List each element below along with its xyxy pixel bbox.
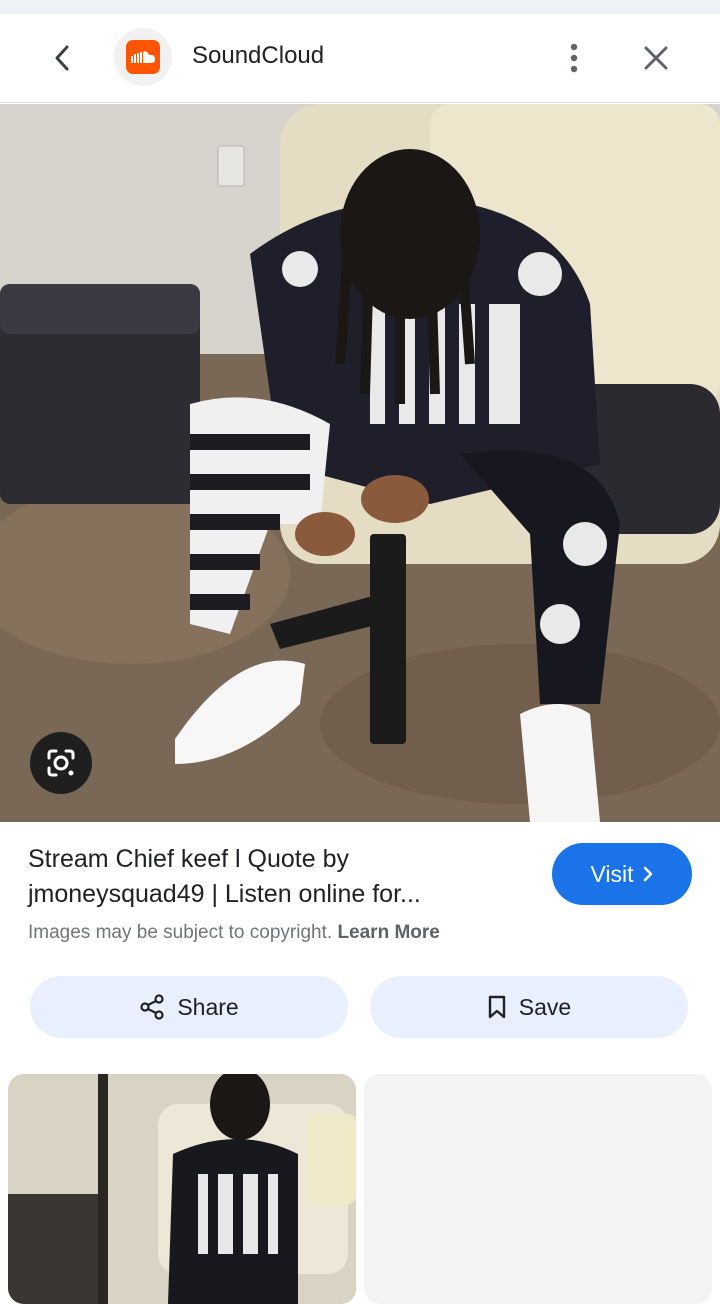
save-button[interactable]: Save [370,976,688,1038]
main-image[interactable] [0,104,720,822]
learn-more-link[interactable]: Learn More [337,922,439,943]
chevron-left-icon [55,45,69,71]
copyright-text: Images may be subject to copyright. [28,922,333,943]
back-button[interactable] [40,36,84,80]
more-options-button[interactable] [552,36,596,80]
share-label: Share [177,993,239,1020]
soundcloud-icon [131,51,155,63]
visit-label: Visit [590,860,634,887]
share-button[interactable]: Share [30,976,348,1038]
related-photo-illustration [8,1074,356,1304]
copyright-notice: Images may be subject to copyright. Lear… [28,922,440,944]
top-bar: SoundCloud [0,14,720,103]
status-bar [0,0,720,14]
related-image-1[interactable] [8,1074,356,1304]
chevron-right-icon [643,866,652,882]
more-vert-icon [570,43,578,73]
photo-illustration [0,104,720,822]
site-name: SoundCloud [192,42,325,69]
bookmark-icon [488,995,505,1019]
lens-search-button[interactable] [30,732,92,794]
related-image-2[interactable] [364,1074,712,1304]
share-icon [140,994,164,1020]
save-label: Save [518,993,572,1020]
lens-icon [47,749,75,777]
visit-button[interactable]: Visit [552,843,692,905]
close-button[interactable] [634,36,678,80]
close-icon [644,46,668,70]
soundcloud-logo [114,28,172,86]
result-title[interactable]: Stream Chief keef l Quote by jmoneysquad… [28,842,528,912]
